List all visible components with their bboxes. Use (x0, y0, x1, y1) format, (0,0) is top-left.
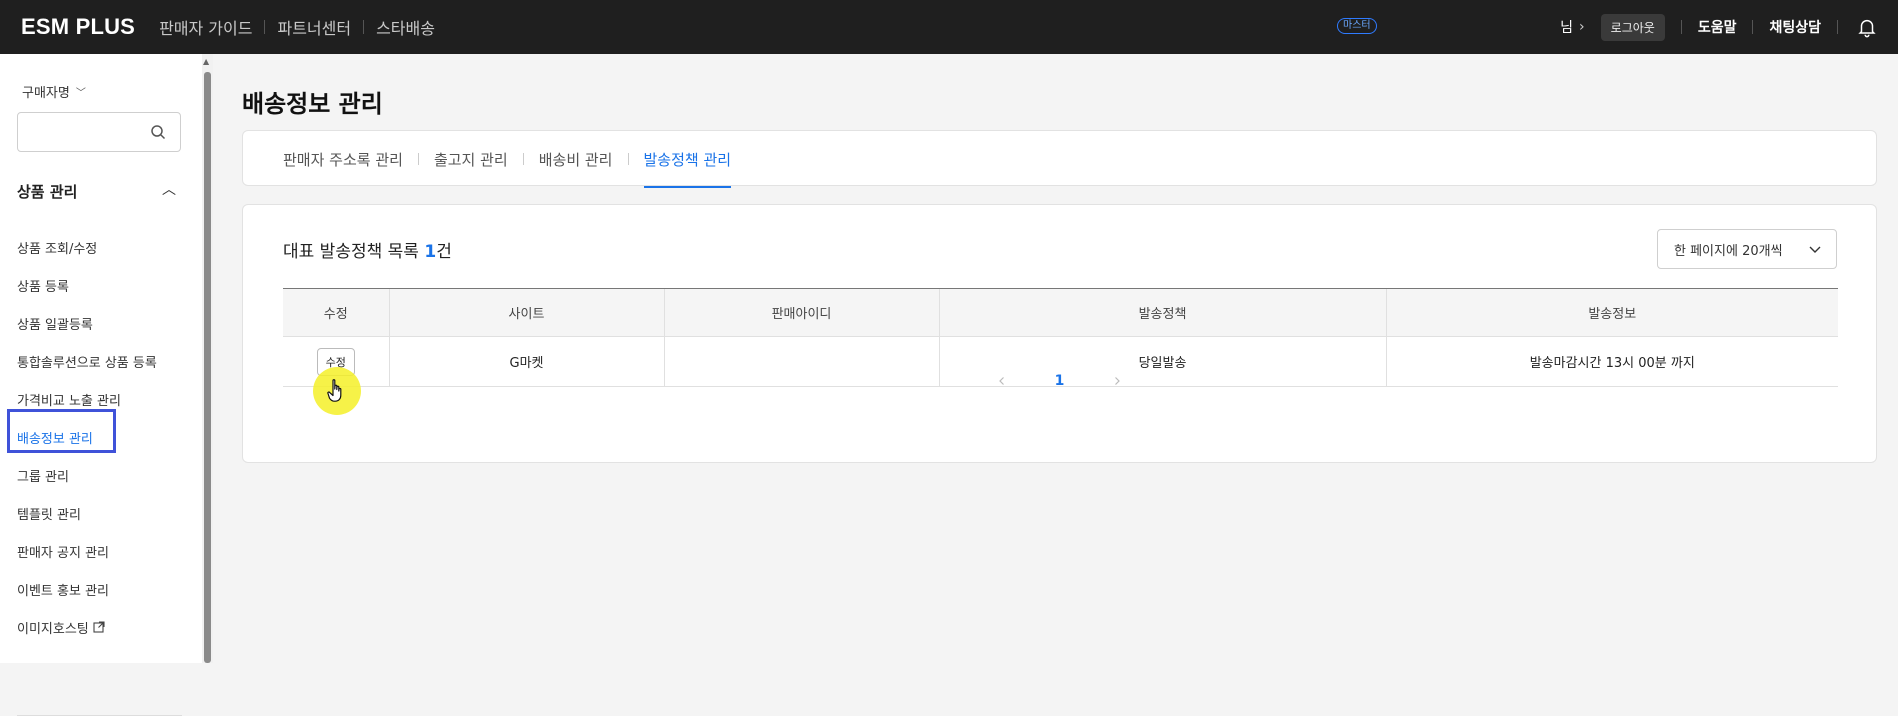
sidebar-search-input[interactable] (17, 112, 181, 152)
tab-shipping-origin[interactable]: 출고지 관리 (434, 131, 508, 187)
chevron-down-icon (1809, 246, 1821, 253)
top-nav: 판매자 가이드 파트너센터 스타배송 (159, 15, 435, 39)
tab-seller-address-book[interactable]: 판매자 주소록 관리 (283, 131, 403, 187)
sidebar-item-event-promo[interactable]: 이벤트 홍보 관리 (17, 570, 157, 608)
nav-seller-guide[interactable]: 판매자 가이드 (159, 15, 252, 39)
column-header-policy: 발송정책 (938, 288, 1386, 337)
column-header-info: 발송정보 (1385, 288, 1838, 337)
top-right-menu: 님 › 로그아웃 도움말 채팅상담 (1560, 0, 1878, 54)
tab-divider (417, 153, 419, 165)
user-label: 님 (1560, 20, 1574, 36)
sidebar-item-integrated-register[interactable]: 통합솔루션으로 상품 등록 (17, 342, 157, 380)
buyer-name-dropdown[interactable]: 구매자명 ﹀ (22, 82, 86, 101)
user-menu[interactable]: 님 › (1560, 17, 1585, 37)
scroll-up-arrow-icon[interactable]: ▲ (203, 57, 209, 66)
chevron-right-icon: › (1579, 19, 1585, 35)
list-title: 대표 발송정책 목록 1건 (283, 237, 452, 262)
app-logo[interactable]: ESM PLUS (21, 14, 135, 40)
page-title: 배송정보 관리 (242, 90, 383, 118)
table-header-row: 수정 사이트 판매아이디 발송정책 발송정보 (283, 288, 1838, 337)
tab-dispatch-policy[interactable]: 발송정책 관리 (643, 131, 731, 188)
sidebar-scrollbar[interactable]: ▲ (202, 54, 213, 663)
pagination: 1 (243, 373, 1876, 389)
page-size-value: 한 페이지에 20개씩 (1674, 243, 1783, 259)
chat-consult-link[interactable]: 채팅상담 (1769, 17, 1821, 37)
tab-shipping-fee[interactable]: 배송비 관리 (539, 131, 613, 187)
policy-list-card: 대표 발송정책 목록 1건 한 페이지에 20개씩 수정 사이트 판매아이디 발… (242, 204, 1877, 463)
sidebar-item-group[interactable]: 그룹 관리 (17, 456, 157, 494)
top-divider (1837, 20, 1838, 34)
master-badge: 마스터 (1337, 18, 1377, 34)
sidebar-item-label: 이미지호스팅 (17, 621, 89, 637)
sidebar-item-product-register[interactable]: 상품 등록 (17, 266, 157, 304)
nav-divider (264, 20, 266, 34)
sidebar-item-seller-notice[interactable]: 판매자 공지 관리 (17, 532, 157, 570)
scrollbar-thumb[interactable] (204, 72, 211, 663)
sidebar: 구매자명 ﹀ 상품 관리 ︿ 상품 조회/수정 상품 등록 상품 일괄등록 통합… (0, 54, 205, 716)
sidebar-item-template[interactable]: 템플릿 관리 (17, 494, 157, 532)
column-header-site: 사이트 (388, 288, 664, 337)
nav-divider (363, 20, 365, 34)
buyer-name-label: 구매자명 (22, 86, 70, 101)
page-number-current[interactable]: 1 (1055, 373, 1065, 389)
column-header-edit: 수정 (283, 288, 389, 337)
tab-divider (627, 153, 629, 165)
sidebar-item-bulk-register[interactable]: 상품 일괄등록 (17, 304, 157, 342)
list-title-text: 대표 발송정책 목록 (283, 242, 419, 262)
tab-divider (522, 153, 524, 165)
column-header-seller-id: 판매아이디 (663, 288, 939, 337)
chevron-down-icon: ﹀ (75, 88, 86, 99)
top-divider (1680, 20, 1682, 34)
chevron-left-icon[interactable] (997, 376, 1007, 386)
hand-cursor-icon (327, 379, 342, 402)
help-link[interactable]: 도움말 (1698, 17, 1737, 37)
list-count-unit: 건 (436, 242, 452, 262)
selected-highlight-box (7, 409, 116, 453)
top-bar: ESM PLUS 판매자 가이드 파트너센터 스타배송 마스터 님 › 로그아웃… (0, 0, 1898, 54)
logout-button[interactable]: 로그아웃 (1600, 13, 1665, 41)
search-icon[interactable] (150, 124, 166, 140)
sidebar-item-product-search[interactable]: 상품 조회/수정 (17, 228, 157, 266)
nav-partner-center[interactable]: 파트너센터 (277, 15, 351, 39)
chevron-up-icon[interactable]: ︿ (162, 179, 176, 199)
external-link-icon (93, 621, 105, 633)
sidebar-item-image-hosting[interactable]: 이미지호스팅 (17, 608, 157, 646)
tab-bar: 판매자 주소록 관리 출고지 관리 배송비 관리 발송정책 관리 (242, 130, 1877, 188)
chevron-right-icon[interactable] (1112, 376, 1122, 386)
bell-icon[interactable] (1856, 16, 1878, 38)
page-size-select[interactable]: 한 페이지에 20개씩 (1657, 229, 1837, 269)
nav-star-delivery[interactable]: 스타배송 (376, 15, 435, 39)
section-title-product-management[interactable]: 상품 관리 (17, 181, 77, 202)
list-count: 1 (424, 242, 437, 262)
top-divider (1752, 20, 1754, 34)
